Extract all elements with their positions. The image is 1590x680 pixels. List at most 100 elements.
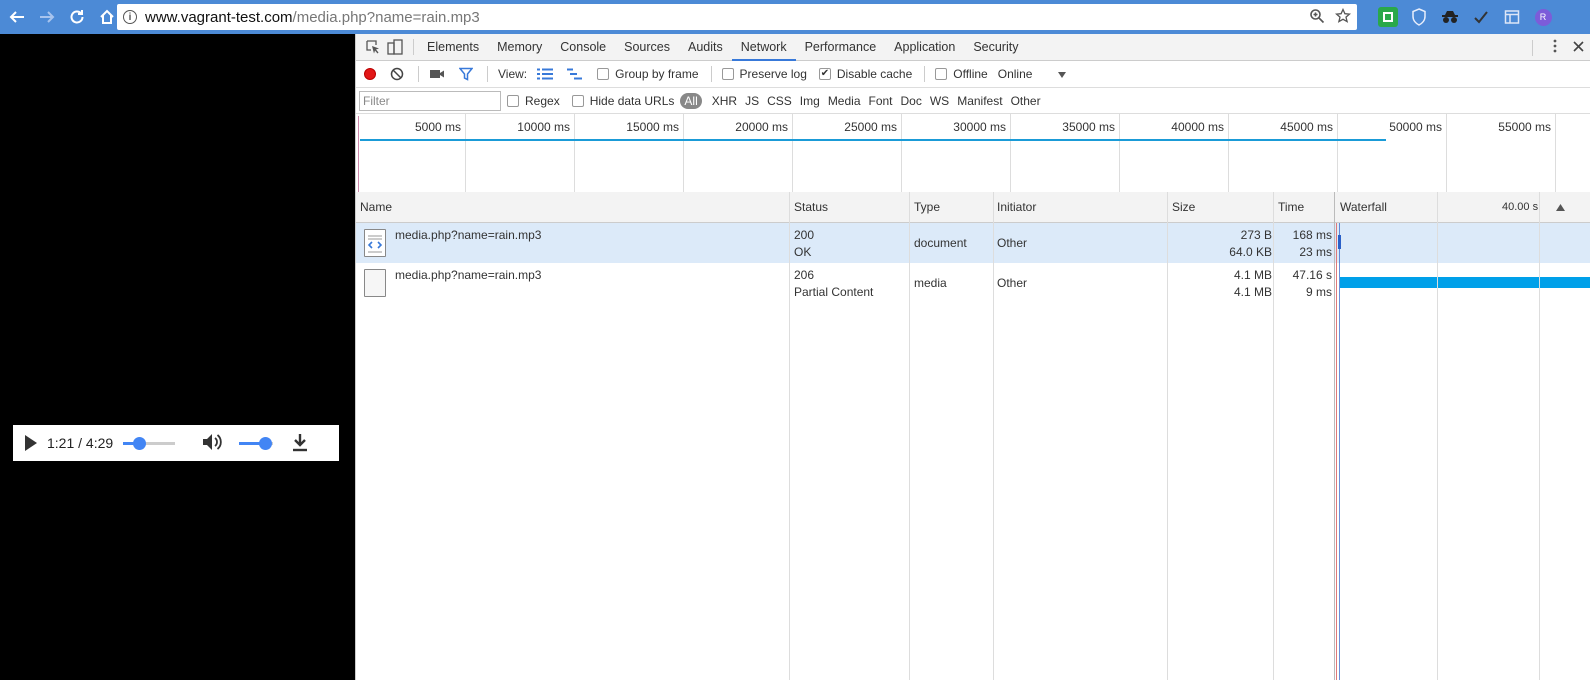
sort-up-icon[interactable] — [1556, 192, 1565, 223]
filter-bar: Regex Hide data URLs All XHRJSCSSImgMedia… — [356, 88, 1590, 114]
star-icon[interactable] — [1335, 8, 1351, 24]
back-button[interactable] — [4, 4, 30, 30]
zoom-icon[interactable] — [1309, 8, 1325, 24]
column-size[interactable]: Size — [1172, 192, 1196, 223]
initiator: Other — [997, 276, 1028, 290]
filter-type-other[interactable]: Other — [1007, 94, 1045, 108]
tab-application[interactable]: Application — [885, 34, 964, 61]
tab-network[interactable]: Network — [731, 34, 796, 61]
extension-green-icon[interactable] — [1378, 7, 1398, 27]
overview-gridline — [1446, 114, 1447, 193]
filter-input[interactable] — [359, 90, 501, 111]
overview-tick-label: 50000 ms — [1389, 120, 1442, 134]
resource-type: document — [914, 236, 967, 250]
download-icon[interactable] — [291, 432, 309, 455]
volume-knob[interactable] — [258, 436, 272, 450]
volume-icon[interactable] — [201, 432, 223, 455]
info-icon[interactable]: i — [123, 10, 137, 24]
table-row[interactable]: media.php?name=rain.mp3 206 Partial Cont… — [356, 263, 1590, 303]
regex-label: Regex — [525, 93, 560, 108]
filter-type-js[interactable]: JS — [741, 94, 763, 108]
column-initiator[interactable]: Initiator — [997, 192, 1037, 223]
tab-audits[interactable]: Audits — [679, 34, 732, 61]
latency: 9 ms — [1305, 285, 1332, 299]
play-icon[interactable] — [25, 435, 37, 451]
check-icon[interactable] — [1471, 7, 1491, 27]
chevron-down-icon[interactable] — [1058, 67, 1067, 81]
column-waterfall[interactable]: Waterfall — [1340, 192, 1387, 223]
request-name: media.php?name=rain.mp3 — [395, 228, 542, 242]
group-by-frame-checkbox[interactable] — [597, 68, 610, 80]
transfer-size: 4.1 MB — [1233, 268, 1272, 282]
total-time: 47.16 s — [1292, 268, 1332, 282]
offline-label: Offline — [953, 67, 988, 81]
tab-list: Elements Memory Console Sources Audits Networ… — [418, 34, 1027, 61]
filter-type-css[interactable]: CSS — [763, 94, 796, 108]
large-rows-icon[interactable] — [537, 68, 554, 80]
filter-type-img[interactable]: Img — [796, 94, 824, 108]
tab-sources[interactable]: Sources — [615, 34, 679, 61]
offline-checkbox[interactable] — [935, 68, 948, 80]
column-divider — [909, 192, 910, 680]
tab-memory[interactable]: Memory — [488, 34, 551, 61]
more-menu-icon[interactable] — [1553, 39, 1557, 56]
volume-slider[interactable] — [239, 436, 274, 450]
filter-type-doc[interactable]: Doc — [897, 94, 926, 108]
hide-data-urls-checkbox[interactable] — [571, 94, 584, 107]
shield-icon[interactable] — [1409, 7, 1429, 27]
media-viewer: 1:21 / 4:29 — [0, 34, 355, 680]
filter-type-font[interactable]: Font — [865, 94, 897, 108]
window-icon[interactable] — [1502, 7, 1522, 27]
overview-tick-label: 45000 ms — [1280, 120, 1333, 134]
url-path: /media.php?name=rain.mp3 — [292, 8, 480, 26]
column-time[interactable]: Time — [1278, 192, 1305, 223]
preserve-log-checkbox[interactable] — [721, 68, 734, 80]
forward-button[interactable] — [34, 4, 60, 30]
overview-gridline — [574, 114, 575, 193]
reload-button[interactable] — [64, 4, 90, 30]
device-toolbar-icon[interactable] — [387, 39, 403, 55]
seek-slider[interactable] — [123, 436, 176, 450]
record-button[interactable] — [364, 68, 376, 80]
tab-elements[interactable]: Elements — [418, 34, 488, 61]
inspect-element-icon[interactable] — [366, 39, 381, 55]
disable-cache-label: Disable cache — [836, 67, 913, 81]
filter-type-media[interactable]: Media — [824, 94, 865, 108]
overview-gridline — [901, 114, 902, 193]
tab-console[interactable]: Console — [551, 34, 615, 61]
devtools-panel: Elements Memory Console Sources Audits Networ… — [355, 34, 1590, 680]
tab-security[interactable]: Security — [964, 34, 1027, 61]
devtools-tabbar: Elements Memory Console Sources Audits Networ… — [356, 34, 1590, 61]
network-toolbar: View: Group by frame Preserve log ✔ Disa… — [356, 61, 1590, 88]
filter-type-ws[interactable]: WS — [926, 94, 953, 108]
overview-gridline — [1555, 114, 1556, 193]
column-type[interactable]: Type — [914, 192, 941, 223]
browser-toolbar: i www.vagrant-test.com/media.php?name=ra… — [0, 0, 1590, 34]
throttle-select[interactable]: Online — [998, 67, 1033, 81]
filter-type-xhr[interactable]: XHR — [708, 94, 741, 108]
overview-tick-label: 40000 ms — [1171, 120, 1224, 134]
total-time: 168 ms — [1292, 228, 1332, 242]
tab-performance[interactable]: Performance — [796, 34, 886, 61]
address-bar[interactable]: i www.vagrant-test.com/media.php?name=ra… — [117, 4, 1357, 30]
camera-icon[interactable] — [429, 68, 445, 80]
table-row[interactable]: media.php?name=rain.mp3 200 OK document … — [356, 223, 1590, 263]
regex-checkbox[interactable] — [507, 94, 519, 107]
separator — [1532, 39, 1533, 56]
filter-icon[interactable] — [459, 67, 473, 81]
incognito-icon[interactable] — [1440, 7, 1460, 27]
disable-cache-checkbox[interactable]: ✔ — [818, 68, 831, 80]
column-name[interactable]: Name — [360, 192, 393, 223]
status-code: 206 — [794, 268, 815, 282]
profile-icon[interactable]: R — [1533, 7, 1553, 27]
close-icon[interactable] — [1573, 40, 1584, 55]
content-size: 4.1 MB — [1233, 285, 1272, 299]
filter-type-manifest[interactable]: Manifest — [953, 94, 1006, 108]
column-status[interactable]: Status — [794, 192, 829, 223]
overview-gridline — [792, 114, 793, 193]
clear-icon[interactable] — [390, 67, 404, 81]
network-overview: 5000 ms 10000 ms 15000 ms 20000 ms 25000 ms 3… — [356, 114, 1590, 194]
seek-knob[interactable] — [132, 436, 146, 450]
waterfall-view-icon[interactable] — [567, 68, 583, 80]
filter-type-all[interactable]: All — [680, 92, 702, 109]
